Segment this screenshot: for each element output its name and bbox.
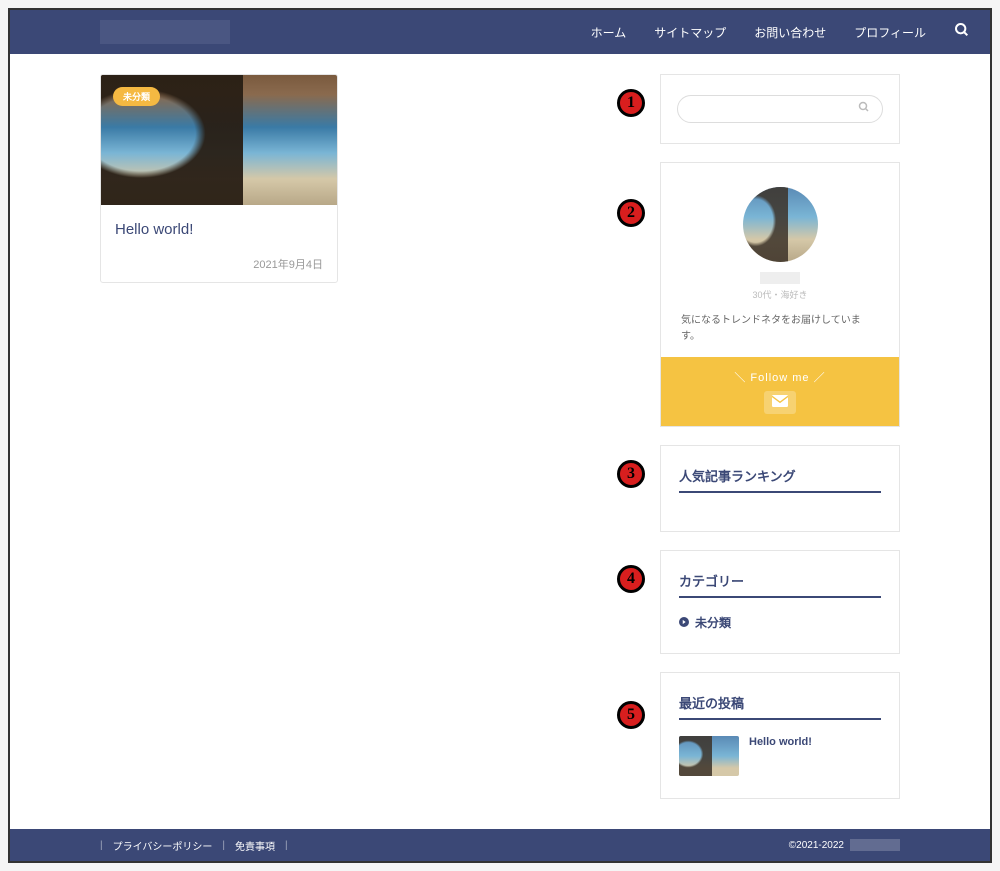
search-submit-icon[interactable] <box>858 100 870 118</box>
recent-title: 最近の投稿 <box>679 693 881 720</box>
category-title: カテゴリー <box>679 571 881 598</box>
follow-label: ＼ Follow me ／ <box>673 369 887 385</box>
recent-thumbnail <box>679 736 739 776</box>
post-title[interactable]: Hello world! <box>115 221 323 238</box>
post-card[interactable]: 未分類 Hello world! 2021年9月4日 <box>100 74 338 283</box>
chevron-right-icon <box>679 616 689 630</box>
ranking-title: 人気記事ランキング <box>679 466 881 493</box>
mail-icon[interactable] <box>764 391 796 414</box>
profile-description: 気になるトレンドネタをお届けしています。 <box>681 313 879 345</box>
recent-post-item[interactable]: Hello world! <box>679 736 881 776</box>
category-widget: 4 カテゴリー 未分類 <box>660 550 900 654</box>
post-thumbnail: 未分類 <box>101 75 337 205</box>
post-date: 2021年9月4日 <box>115 256 323 272</box>
sidebar: 1 2 30代・海好き 気になるトレンドネタをお届けしています。 ＼ <box>660 74 900 799</box>
search-input[interactable] <box>690 103 858 115</box>
site-logo-placeholder[interactable] <box>100 20 230 44</box>
recent-widget: 5 最近の投稿 Hello world! <box>660 672 900 799</box>
footer-disclaimer[interactable]: 免責事項 <box>229 838 281 853</box>
category-badge[interactable]: 未分類 <box>113 87 160 106</box>
follow-banner: ＼ Follow me ／ <box>661 357 899 426</box>
annotation-marker-2: 2 <box>617 199 645 227</box>
search-icon[interactable] <box>954 22 970 43</box>
profile-name-placeholder <box>760 272 800 284</box>
category-item-uncategorized[interactable]: 未分類 <box>679 614 881 631</box>
main-content: 未分類 Hello world! 2021年9月4日 <box>100 74 630 799</box>
header-bar: ホーム サイトマップ お問い合わせ プロフィール <box>10 10 990 54</box>
nav-sitemap[interactable]: サイトマップ <box>654 24 726 41</box>
annotation-marker-1: 1 <box>617 89 645 117</box>
ranking-widget: 3 人気記事ランキング <box>660 445 900 532</box>
annotation-marker-5: 5 <box>617 701 645 729</box>
search-widget: 1 <box>660 74 900 144</box>
category-item-label: 未分類 <box>695 614 731 631</box>
nav-profile[interactable]: プロフィール <box>854 24 926 41</box>
annotation-marker-4: 4 <box>617 565 645 593</box>
copyright-placeholder <box>850 839 900 851</box>
nav-contact[interactable]: お問い合わせ <box>754 24 826 41</box>
main-nav: ホーム サイトマップ お問い合わせ プロフィール <box>591 22 970 43</box>
footer-links: | プライバシーポリシー | 免責事項 | <box>100 838 288 853</box>
avatar <box>743 187 818 262</box>
profile-subtitle: 30代・海好き <box>681 288 879 301</box>
recent-post-title: Hello world! <box>749 736 812 748</box>
footer-bar: | プライバシーポリシー | 免責事項 | ©2021-2022 <box>10 829 990 861</box>
copyright: ©2021-2022 <box>789 839 900 851</box>
footer-privacy[interactable]: プライバシーポリシー <box>107 838 219 853</box>
nav-home[interactable]: ホーム <box>591 24 627 41</box>
profile-widget: 2 30代・海好き 気になるトレンドネタをお届けしています。 ＼ Follow … <box>660 162 900 427</box>
annotation-marker-3: 3 <box>617 460 645 488</box>
